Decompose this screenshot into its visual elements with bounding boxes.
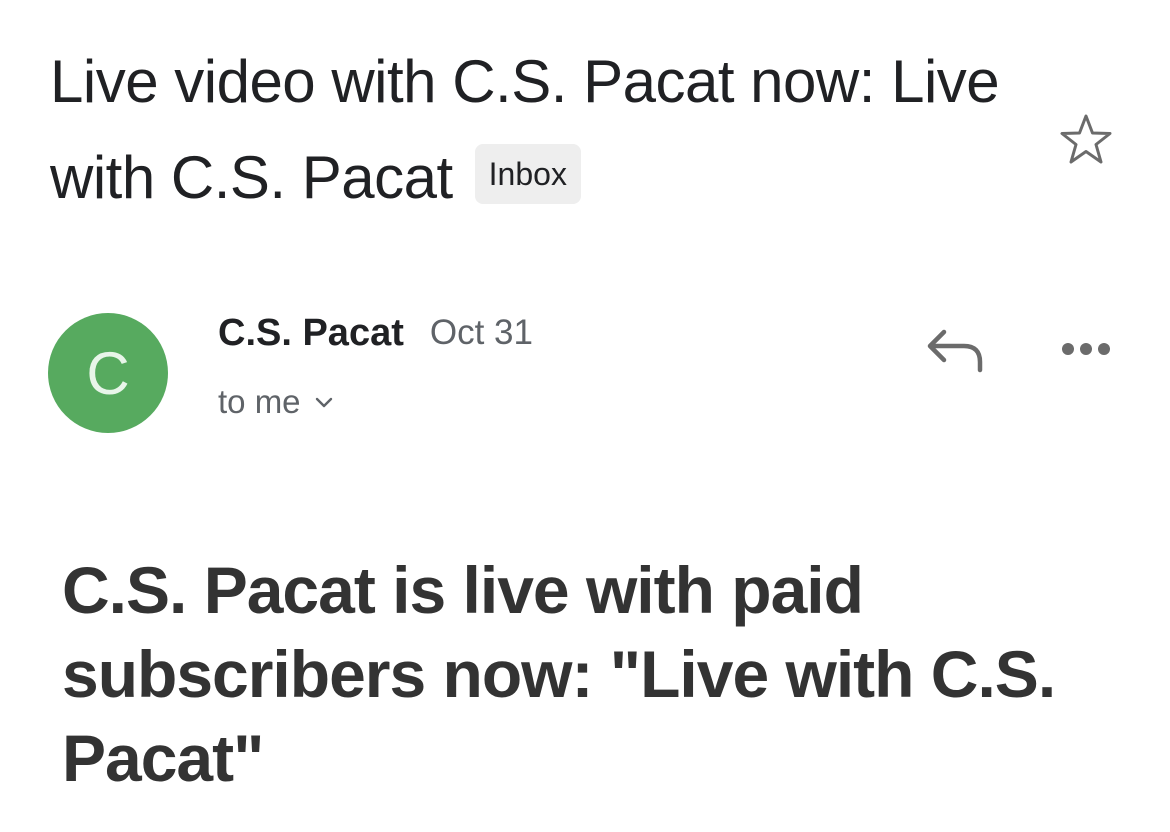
email-subject: Live video with C.S. Pacat now: Live wit… xyxy=(50,34,1010,226)
reply-icon[interactable] xyxy=(924,324,986,376)
sender-name: C.S. Pacat xyxy=(218,311,404,354)
star-icon[interactable] xyxy=(1056,110,1116,170)
recipient-details-toggle[interactable]: to me xyxy=(218,378,335,426)
email-view: Live video with C.S. Pacat now: Live wit… xyxy=(0,0,1170,832)
more-options-icon[interactable] xyxy=(1056,336,1116,362)
recipient-text: to me xyxy=(218,383,301,420)
inbox-label-chip[interactable]: Inbox xyxy=(474,144,581,205)
sender-info: C.S. Pacat Oct 31 xyxy=(218,308,533,358)
chevron-down-icon xyxy=(315,397,332,408)
sender-avatar[interactable]: C xyxy=(48,313,168,433)
avatar-letter: C xyxy=(86,339,130,407)
message-date: Oct 31 xyxy=(429,313,533,352)
email-body-heading: C.S. Pacat is live with paid subscribers… xyxy=(62,553,1056,795)
